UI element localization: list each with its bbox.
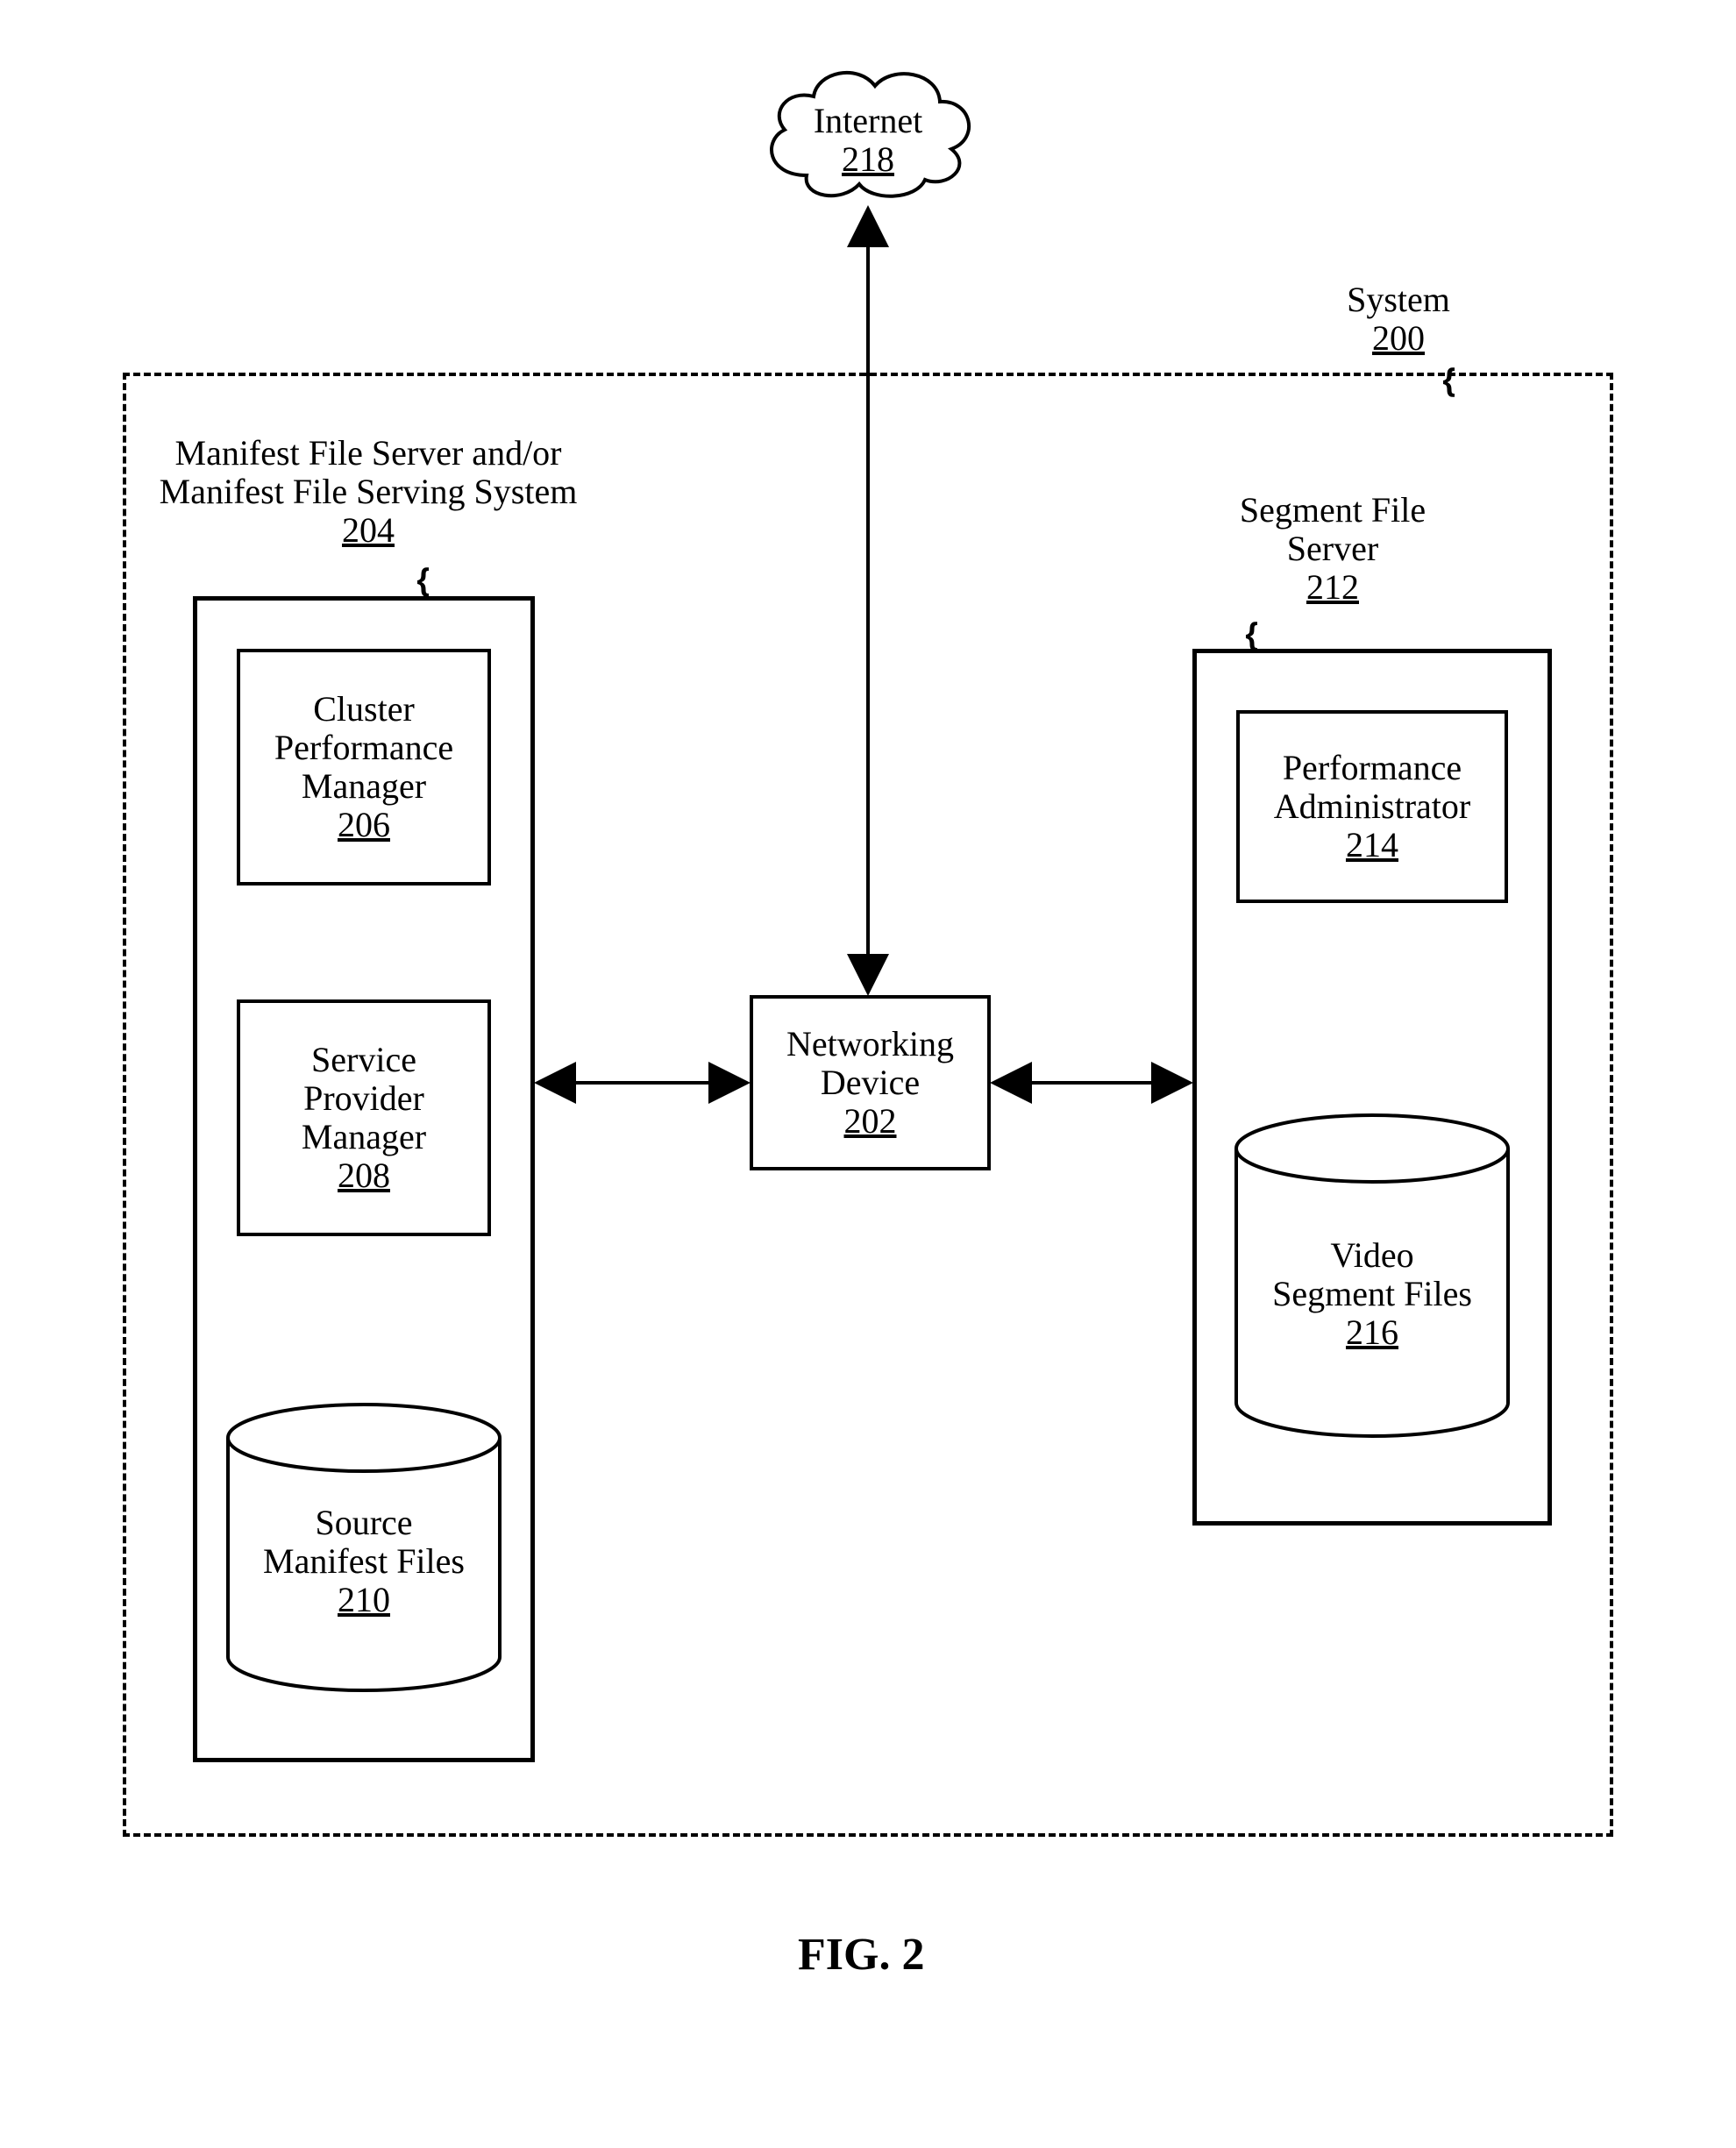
figure-caption: FIG. 2 — [798, 1929, 924, 1981]
connectors — [35, 35, 1701, 2095]
